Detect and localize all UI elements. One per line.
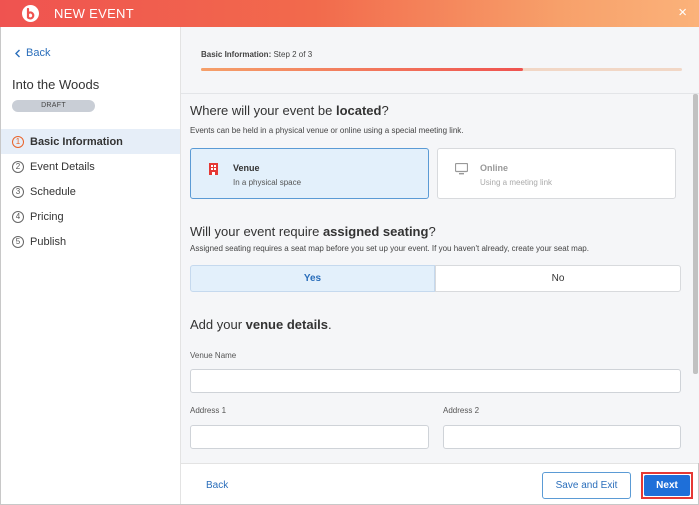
heading-text: Where will your event be: [190, 103, 336, 118]
location-heading: Where will your event be located?: [190, 103, 389, 118]
option-desc: Using a meeting link: [480, 178, 553, 187]
seating-subtext: Assigned seating requires a seat map bef…: [190, 244, 589, 253]
sidebar-back-link[interactable]: Back: [14, 47, 50, 59]
step-text: Step 2 of 3: [271, 50, 313, 59]
venue-option-card[interactable]: Venue In a physical space: [190, 148, 429, 199]
step-number-icon: 2: [12, 160, 24, 173]
heading-text: ?: [381, 103, 389, 118]
seating-heading: Will your event require assigned seating…: [190, 224, 436, 239]
heading-text: .: [328, 317, 332, 332]
sidebar: Back Into the Woods DRAFT 1 Basic Inform…: [1, 27, 181, 504]
step-indicator: Basic Information: Step 2 of 3: [181, 27, 699, 94]
progress-fill: [201, 68, 524, 71]
address2-label: Address 2: [443, 406, 480, 415]
sidebar-item-basic-information[interactable]: 1 Basic Information: [1, 129, 180, 154]
option-title: Venue: [233, 163, 260, 173]
step-number-icon: 4: [12, 210, 24, 223]
chevron-left-icon: [15, 49, 20, 57]
close-icon[interactable]: ×: [678, 4, 687, 21]
status-badge: DRAFT: [12, 100, 95, 112]
step-label: Basic Information: Step 2 of 3: [201, 50, 312, 59]
sidebar-item-pricing[interactable]: 4 Pricing: [1, 204, 180, 229]
sidebar-item-event-details[interactable]: 2 Event Details: [1, 154, 180, 179]
venue-name-label: Venue Name: [190, 351, 237, 360]
monitor-icon: [455, 163, 468, 175]
address2-input[interactable]: [443, 425, 681, 449]
heading-bold: located: [335, 103, 382, 118]
sidebar-item-label: Publish: [30, 235, 67, 248]
option-title: Online: [480, 163, 509, 173]
step-number-icon: 3: [12, 185, 24, 198]
sidebar-item-publish[interactable]: 5 Publish: [1, 229, 180, 254]
address1-label: Address 1: [190, 406, 227, 415]
save-and-exit-button[interactable]: Save and Exit: [542, 472, 631, 499]
step-nav: 1 Basic Information 2 Event Details 3 Sc…: [1, 129, 180, 254]
step-number-icon: 5: [12, 235, 24, 248]
sidebar-back-label: Back: [26, 47, 51, 59]
header-title: NEW EVENT: [54, 6, 134, 21]
sidebar-item-schedule[interactable]: 3 Schedule: [1, 179, 180, 204]
option-desc: In a physical space: [233, 178, 302, 187]
location-subtext: Events can be held in a physical venue o…: [190, 126, 464, 135]
back-button[interactable]: Back: [206, 480, 228, 491]
address1-input[interactable]: [190, 425, 429, 449]
main-content: Basic Information: Step 2 of 3 Where wil…: [181, 27, 699, 463]
building-icon: [209, 163, 218, 175]
app-header: NEW EVENT ×: [0, 0, 699, 27]
seating-no-button[interactable]: No: [435, 265, 681, 292]
heading-text: Will your event require: [190, 224, 323, 239]
next-button[interactable]: Next: [644, 475, 690, 496]
footer-bar: Back Save and Exit Next: [181, 463, 698, 504]
heading-text: Add your: [190, 317, 246, 332]
event-name: Into the Woods: [12, 77, 100, 92]
seating-yes-button[interactable]: Yes: [190, 265, 435, 292]
sidebar-item-label: Pricing: [30, 210, 64, 223]
scrollbar[interactable]: [693, 94, 698, 374]
sidebar-item-label: Schedule: [30, 185, 76, 198]
step-number-icon: 1: [12, 135, 24, 148]
heading-bold: venue details: [245, 317, 329, 332]
sidebar-item-label: Basic Information: [30, 135, 123, 148]
heading-bold: assigned seating: [322, 224, 429, 239]
online-option-card[interactable]: Online Using a meeting link: [437, 148, 676, 199]
progress-bar: [201, 68, 682, 71]
logo-icon: [22, 5, 39, 22]
venue-heading: Add your venue details.: [190, 317, 332, 332]
sidebar-item-label: Event Details: [30, 160, 95, 173]
next-button-highlight: Next: [641, 472, 693, 499]
venue-name-input[interactable]: [190, 369, 681, 393]
heading-text: ?: [428, 224, 436, 239]
step-prefix: Basic Information:: [201, 50, 272, 59]
